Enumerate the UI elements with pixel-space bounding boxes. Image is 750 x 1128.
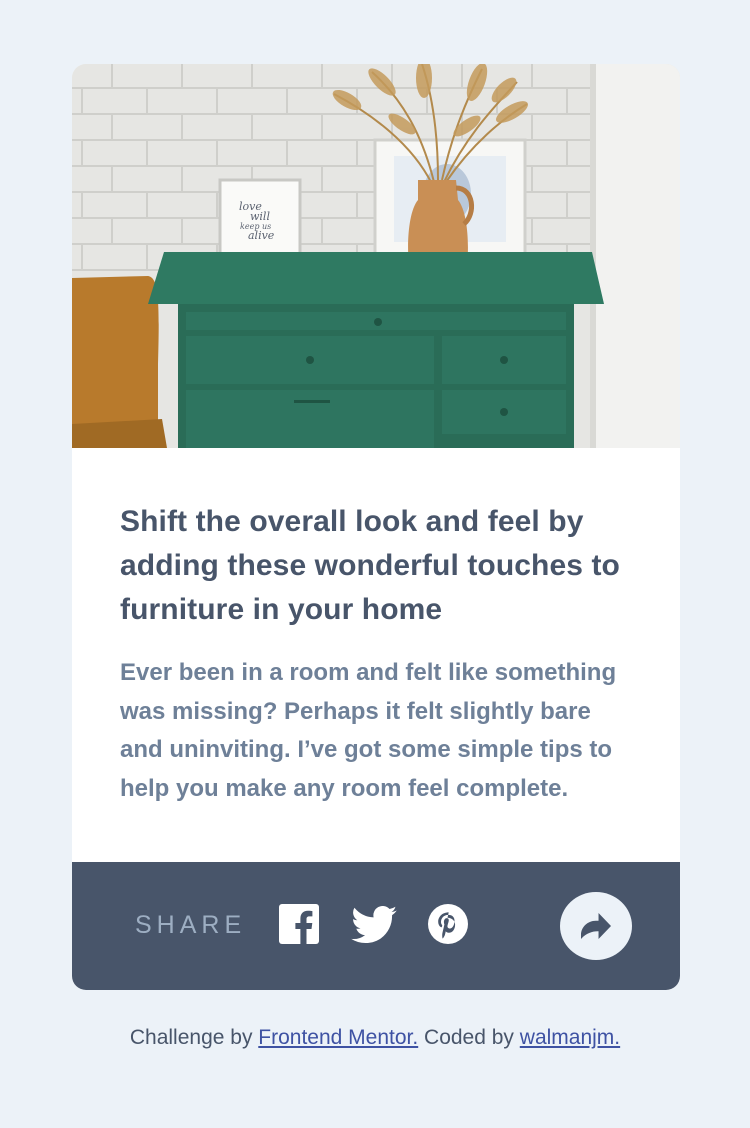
frontend-mentor-link[interactable]: Frontend Mentor. (258, 1026, 418, 1049)
share-bar: SHARE (72, 862, 680, 990)
svg-text:alive: alive (248, 229, 275, 242)
article-body: Shift the overall look and feel by addin… (120, 500, 640, 632)
share-button[interactable] (560, 892, 632, 960)
share-icon (581, 913, 611, 939)
share-label: SHARE (135, 911, 247, 939)
footer-prefix: Challenge by (129, 1026, 259, 1049)
article-title: Shift the overall look and feel by addin… (120, 505, 620, 626)
attribution-footer: Challenge by Frontend Mentor. Coded by w… (0, 1024, 750, 1052)
twitter-icon[interactable] (351, 905, 397, 944)
article-description: Ever been in a room and felt like someth… (120, 659, 617, 802)
author-link[interactable]: walmanjm. (520, 1026, 620, 1049)
article-image: love will keep us alive (72, 64, 680, 448)
article-card: love will keep us alive Shift the overal… (72, 64, 680, 990)
pinterest-icon[interactable] (428, 904, 468, 944)
facebook-icon[interactable] (279, 904, 319, 944)
footer-middle: Coded by (418, 1026, 520, 1049)
